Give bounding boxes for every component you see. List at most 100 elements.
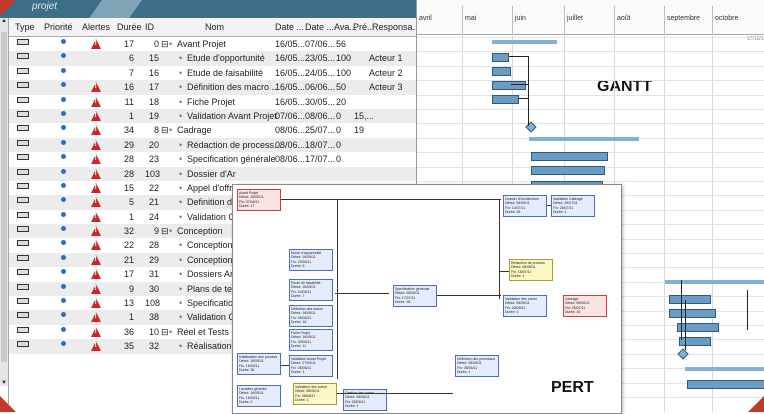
gantt-task-bar[interactable] [669, 295, 711, 304]
corner-decoration [748, 396, 764, 412]
pert-dependency-link [437, 295, 501, 296]
gantt-summary-bar[interactable] [685, 367, 764, 371]
gantt-summary-bar[interactable] [529, 137, 639, 141]
pert-node-detail: Durée: 16 [291, 319, 307, 324]
table-row[interactable]: 28 23 • Specification générale08/06...17/07… [9, 152, 417, 166]
pert-node[interactable]: Validation des comm Début: 08/06/11 Fin: 0… [293, 383, 337, 405]
column-header-name[interactable]: Nom [205, 22, 224, 32]
task-name-cell[interactable]: Définition des macro ... [187, 82, 279, 92]
gantt-task-bar[interactable] [669, 309, 716, 318]
task-name-cell[interactable]: Validation C [187, 212, 235, 222]
pert-node[interactable]: Validation Cadrage Début: 25/07/11 Fin: 26… [551, 195, 595, 217]
task-name-cell[interactable]: Appel d'offr [187, 183, 232, 193]
table-row[interactable]: 6 15 • Etude d'opportunité 16/05... 23/05... 1… [9, 51, 417, 66]
pert-node[interactable]: Validation des comm Début: 08/06/11 Fin: 0… [503, 295, 547, 317]
scrollbar-thumb[interactable] [1, 32, 7, 362]
pert-node[interactable]: Specification générale Début: 08/06/11 Fin… [393, 285, 437, 307]
bullet-icon: • [179, 298, 183, 309]
column-header-id[interactable]: ID [145, 22, 154, 32]
gantt-dependency-link [518, 98, 528, 99]
gantt-task-bar[interactable] [531, 152, 608, 161]
table-row[interactable]: 28 103 • Dossier d'Ar [9, 166, 417, 181]
alert-icon [91, 182, 101, 193]
gantt-task-bar[interactable] [492, 95, 519, 104]
column-header-end-date[interactable]: Date ... [305, 22, 334, 32]
task-name-cell[interactable]: Dossiers Arc [187, 269, 238, 279]
progress-cell: 100 [336, 67, 352, 78]
gantt-task-bar[interactable] [492, 53, 509, 62]
id-cell: 31 [148, 269, 159, 280]
month-gridline [664, 34, 665, 412]
task-name-cell[interactable]: Definition d [187, 197, 232, 207]
id-cell: 29 [148, 254, 159, 265]
pert-node[interactable]: Validation Avant Projet Début: 07/06/11 Fi… [289, 355, 333, 377]
gantt-task-bar[interactable] [677, 323, 719, 332]
gantt-summary-bar[interactable] [665, 280, 764, 284]
end-date-cell: 18/07... [305, 139, 336, 150]
gantt-summary-bar[interactable] [492, 40, 557, 44]
gantt-milestone-icon[interactable] [677, 348, 689, 360]
gantt-task-bar[interactable] [492, 67, 511, 76]
progress-cell: 0 [336, 125, 342, 136]
expand-toggle-icon[interactable]: ⊟ [161, 226, 169, 237]
pert-node[interactable]: Etude de faisabilité Début: 16/05/11 Fin: … [289, 279, 333, 301]
expand-toggle-icon[interactable]: ⊟ [161, 39, 169, 50]
task-name-cell[interactable]: Validation C [187, 312, 235, 322]
task-name-cell[interactable]: Specification [187, 298, 238, 308]
alert-icon [91, 82, 101, 93]
pert-node[interactable]: Initialisation des process Début: 16/05/1… [237, 353, 281, 375]
pert-node[interactable]: Cadrage Début: 08/06/11 Fin: 25/07/11 Durée… [563, 295, 607, 317]
alert-icon [91, 39, 101, 49]
table-row[interactable]: 11 18 • Fiche Projet 16/05...30/05...20 [9, 95, 417, 109]
table-row[interactable]: 17 0⊟• Avant Projet 16/05...07/06...56 [9, 37, 417, 51]
alert-icon [91, 312, 101, 323]
task-name-cell[interactable]: Conception [177, 226, 223, 236]
task-name-cell[interactable]: Specification générale [187, 154, 276, 164]
task-name-cell[interactable]: Validation Avant Projet [187, 111, 277, 121]
task-name-cell[interactable]: Conception [187, 240, 233, 250]
column-header-start-date[interactable]: Date ... [275, 22, 304, 32]
table-row[interactable]: 1 19 • Validation Avant Projet07/06...08/06… [9, 108, 417, 124]
table-row[interactable]: 16 17 • Définition des macro ...16/05...06/… [9, 80, 417, 95]
column-header-duration[interactable]: Durée [117, 22, 142, 32]
pert-node[interactable]: Rédaction de process Début: 08/06/11 Fin: … [509, 259, 553, 281]
expand-toggle-icon[interactable]: ⊟ [161, 125, 169, 136]
gantt-task-bar[interactable] [531, 166, 605, 175]
column-header-alerts[interactable]: Alertes [82, 22, 110, 32]
pert-dependency-link [337, 199, 338, 379]
table-row[interactable]: 7 16 • Etude de faisabilité 16/05... 24/05...… [9, 66, 417, 80]
task-name-cell[interactable]: Etude d'opportunité [187, 53, 265, 63]
task-name-cell[interactable]: Fiche Projet [187, 97, 235, 107]
gantt-task-bar[interactable] [679, 337, 711, 346]
alert-icon [91, 341, 101, 352]
pert-node[interactable]: Définition des macro Début: 16/05/11 Fin: … [289, 305, 333, 327]
pert-node-detail: Durée: 1 [457, 369, 471, 374]
task-name-cell[interactable]: Réalisation [187, 341, 232, 351]
table-row[interactable]: 34 8⊟• Cadrage 08/06...25/07...0 19 [9, 123, 417, 137]
gantt-task-bar[interactable] [687, 380, 764, 389]
column-header-priority[interactable]: Priorité [44, 22, 73, 32]
pert-node[interactable]: Etude d'opportunité Début: 16/05/11 Fin: 2… [289, 249, 333, 271]
pert-node[interactable]: Dossier d'Architecture Début: 08/06/11 Fin… [503, 195, 547, 217]
task-name-cell[interactable]: Rédaction de process... [187, 140, 282, 150]
task-name-cell[interactable]: Etude de faisabilité [187, 68, 263, 78]
pert-node[interactable]: Avant Projet Début: 16/05/11 Fin: 07/06/11… [237, 189, 281, 211]
task-name-cell[interactable]: Dossier d'Ar [187, 169, 236, 179]
scroll-down-icon[interactable]: ▼ [1, 380, 7, 386]
table-row[interactable]: 29 20 • Rédaction de process...08/06...18/0… [9, 137, 417, 153]
task-name-cell[interactable]: Plans de tes [187, 284, 237, 294]
id-cell: 9 [153, 226, 159, 237]
column-header-type[interactable]: Type [15, 22, 35, 32]
id-cell: 10 [148, 326, 159, 337]
task-name-cell[interactable]: Avant Projet [177, 39, 226, 49]
pert-node[interactable]: Livrables générés Début: 16/05/11 Fin: 16/… [237, 385, 281, 407]
scroll-up-icon[interactable]: ▲ [1, 18, 7, 24]
task-name-cell[interactable]: Réel et Tests u [177, 327, 236, 337]
task-name-cell[interactable]: Cadrage [177, 125, 212, 135]
expand-toggle-icon[interactable]: ⊟ [161, 327, 169, 338]
pert-node[interactable]: Fiche Projet Début: 16/05/11 Fin: 30/05/11… [289, 329, 333, 351]
column-header-responsible[interactable]: Responsa... [372, 22, 417, 32]
task-name-cell[interactable]: Conception [187, 255, 233, 265]
gantt-task-bar[interactable] [492, 81, 526, 90]
pert-node[interactable]: Définition des processus Début: 08/06/11 F… [455, 355, 499, 377]
